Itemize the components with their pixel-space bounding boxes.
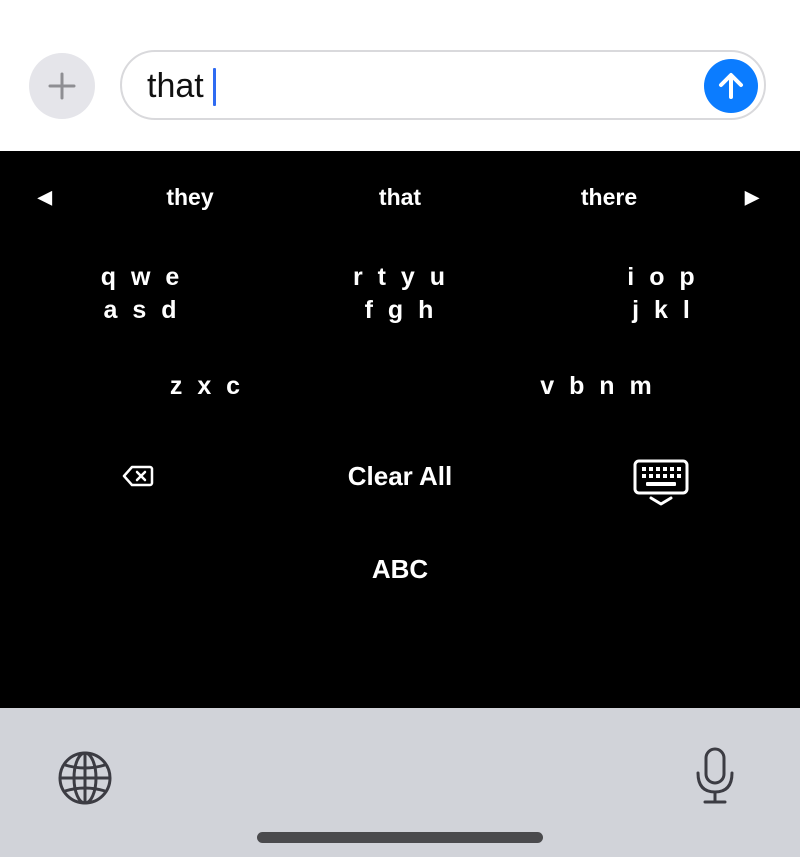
microphone-icon	[696, 747, 734, 804]
keyboard-dismiss-icon	[633, 459, 689, 506]
t9-keyboard: ◀ they that there ▶ q w e a s d r t y u …	[0, 151, 800, 708]
next-suggestions-arrow[interactable]: ▶	[745, 187, 759, 208]
key-group-qwe-asd[interactable]: q w e a s d	[32, 261, 252, 327]
suggestion-item[interactable]: that	[320, 184, 480, 211]
send-button[interactable]	[704, 59, 758, 113]
message-text: that	[147, 67, 204, 105]
key-group-zxc[interactable]: z x c	[97, 370, 317, 403]
globe-icon	[58, 751, 112, 805]
arrow-up-icon	[719, 73, 743, 99]
text-caret	[213, 68, 216, 106]
add-attachment-button[interactable]	[29, 53, 95, 119]
language-switch-button[interactable]	[57, 750, 113, 811]
delete-button[interactable]	[122, 464, 154, 493]
clear-all-button[interactable]: Clear All	[300, 461, 500, 492]
message-input[interactable]: that	[120, 50, 766, 120]
message-composer-bar: that	[0, 0, 800, 151]
abc-mode-button[interactable]: ABC	[300, 554, 500, 585]
suggestion-item[interactable]: they	[110, 184, 270, 211]
key-group-rtyu-fgh[interactable]: r t y u f g h	[291, 261, 511, 327]
home-indicator	[257, 832, 543, 843]
key-group-vbnm[interactable]: v b n m	[488, 370, 708, 403]
delete-backward-icon	[122, 465, 154, 487]
previous-suggestions-arrow[interactable]: ◀	[38, 187, 52, 208]
suggestion-item[interactable]: there	[529, 184, 689, 211]
plus-icon	[48, 72, 76, 100]
dictation-button[interactable]	[695, 746, 735, 811]
keyboard-bottom-bar	[0, 708, 800, 857]
key-group-iop-jkl[interactable]: i o p j k l	[553, 261, 773, 327]
hide-keyboard-button[interactable]	[633, 459, 689, 512]
